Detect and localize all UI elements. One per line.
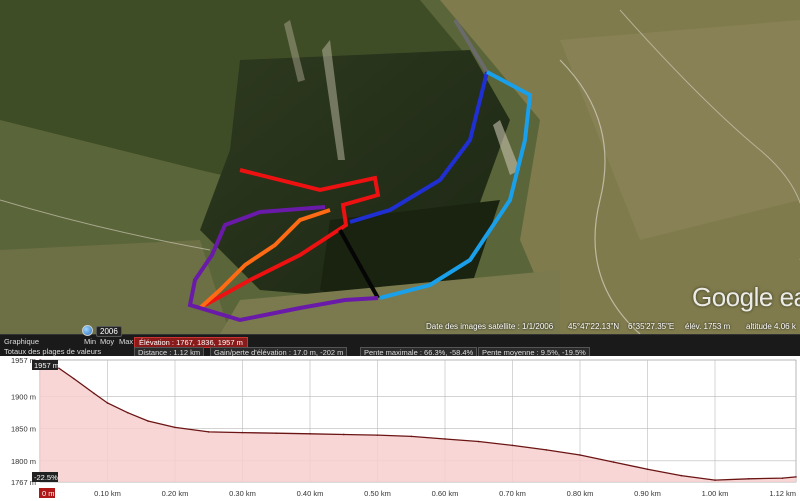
satellite-terrain [0, 0, 800, 334]
y-tick-label: 1800 m [11, 457, 36, 466]
x-tick-label: 0.70 km [499, 489, 526, 498]
x-tick-label: 0.60 km [432, 489, 459, 498]
map-view[interactable]: Google ea Date des images satellite : 1/… [0, 0, 800, 334]
globe-icon[interactable] [82, 325, 93, 336]
elevation-profile-toolbar: 2006 Graphique Min Moy Max Élévation : 1… [0, 325, 800, 358]
range-totals-label: Totaux des plages de valeurs [4, 347, 102, 356]
elevation-point [174, 426, 176, 429]
elevation-point [106, 402, 109, 404]
elevation-point [72, 377, 75, 380]
x-tick-label: 0.80 km [567, 489, 594, 498]
elevation-point [444, 438, 446, 440]
toolbar-row-1: Graphique Min Moy Max Élévation : 1767, … [0, 336, 800, 348]
elevation-profile-chart[interactable]: 0 m 0.10 km 0.20 km 0.30 km 0.40 km 0.50 km 0.… [0, 356, 800, 501]
elevation-point [207, 431, 210, 433]
elevation-point [477, 440, 480, 443]
elevation-point [680, 474, 683, 477]
imagery-date: Date des images satellite : 1/1/2006 [426, 322, 554, 331]
elevation-point [376, 434, 379, 436]
toolbar-row-2: Totaux des plages de valeurs Distance : … [0, 346, 800, 358]
elevation-point [147, 420, 149, 422]
elevation-point [309, 433, 311, 435]
elevation-point [545, 449, 548, 451]
x-tick-label: 0.90 km [634, 489, 661, 498]
y-tick-label: 1850 m [11, 425, 36, 434]
x-tick-label: 1.00 km [702, 489, 729, 498]
max-button[interactable]: Max [119, 337, 133, 346]
elevation-point [795, 476, 797, 478]
x-tick-label: 0.40 km [297, 489, 324, 498]
elevation-point [781, 477, 784, 479]
elevation-point [241, 431, 244, 434]
elevation-point [646, 468, 649, 470]
map-status-bar: Date des images satellite : 1/1/2006 45°… [420, 322, 800, 334]
graph-menu[interactable]: Graphique [4, 337, 39, 346]
x-tick-label: 0.30 km [229, 489, 256, 498]
x-tick-label: 0.50 km [364, 489, 391, 498]
avg-button[interactable]: Moy [100, 337, 114, 346]
elevation-point [275, 432, 278, 434]
longitude-readout: 6°35'27.35"E [628, 322, 675, 331]
x-tick-label: 0.10 km [94, 489, 121, 498]
x-tick-label: 1.12 km [769, 489, 796, 498]
min-button[interactable]: Min [84, 337, 96, 346]
latitude-readout: 45°47'22.13"N [568, 322, 620, 331]
elevation-point [342, 433, 345, 436]
elevation-profile-svg[interactable]: 0 m 0.10 km 0.20 km 0.30 km 0.40 km 0.50 km 0.… [0, 356, 800, 501]
elevation-point [511, 444, 514, 447]
elevation-point [579, 454, 581, 456]
elevation-point [126, 411, 129, 414]
elevation-point [410, 435, 413, 438]
x-tick-label: 0.20 km [162, 489, 189, 498]
x-tick-label: 0 m [42, 489, 55, 498]
elevation-point [714, 479, 716, 481]
y-tick-label: 1900 m [11, 393, 36, 402]
altitude-readout: altitude 4.06 k [746, 322, 796, 331]
min-slope-label: -22.5% [34, 473, 58, 482]
google-earth-watermark: Google ea [692, 282, 800, 312]
elevation-point [93, 392, 95, 395]
elevation-point [747, 477, 750, 480]
elevation-point [612, 461, 615, 463]
max-elevation-label: 1957 m [34, 361, 59, 370]
elevation-readout: élév. 1753 m [685, 322, 731, 331]
